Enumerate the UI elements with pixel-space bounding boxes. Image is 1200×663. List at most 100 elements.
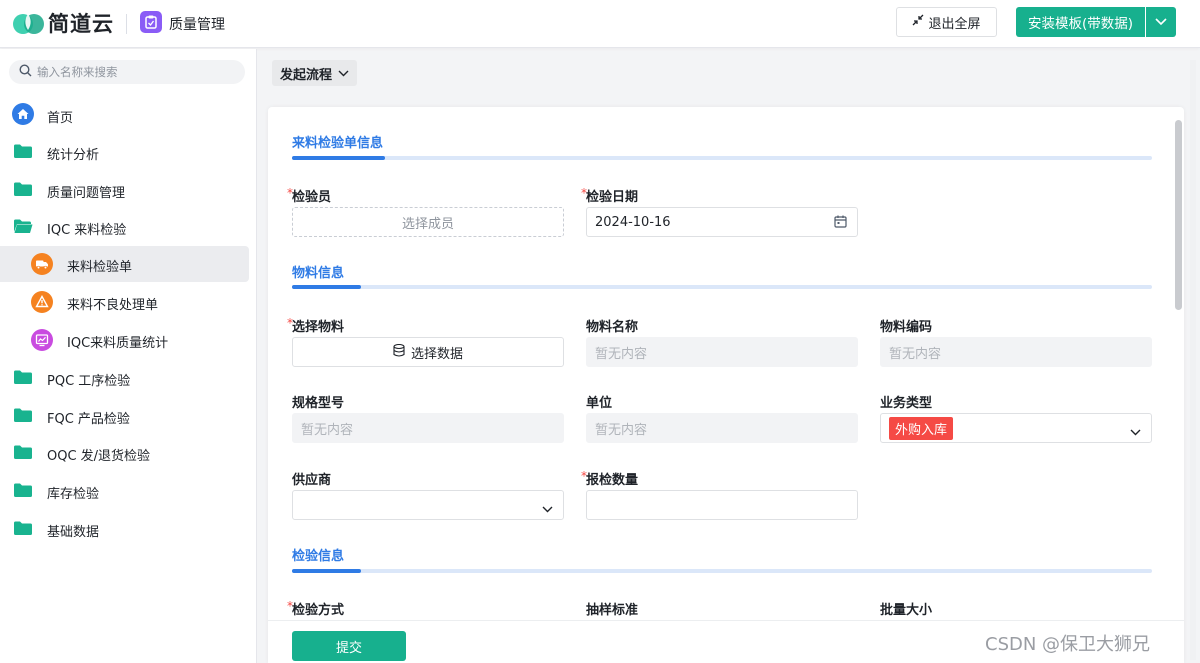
material-label: 选择物料 [292,320,345,335]
biz-type-select[interactable]: 外购入库 [880,413,1152,443]
sidebar-item-label: FQC 产品检验 [47,412,130,427]
clipboard-icon [140,11,162,33]
material-name-field: 暂无内容 [586,337,858,367]
unit-label: 单位 [586,396,613,411]
search-input[interactable] [37,65,227,79]
sidebar-item-inventory[interactable]: 库存检验 [0,473,249,509]
inspect-date-label: 检验日期 [586,190,639,205]
sidebar-search [9,60,245,84]
collapse-icon [912,14,924,30]
batch-label: 批量大小 [880,603,933,618]
submit-button[interactable]: 提交 [292,631,406,661]
sidebar-item-oqc[interactable]: OQC 发/退货检验 [0,435,249,471]
install-template-button[interactable]: 安装模板(带数据) [1016,7,1145,37]
sidebar-item-label: 首页 [47,111,74,126]
app-title: 质量管理 [169,17,225,33]
truck-icon [31,253,53,279]
logo-icon [12,10,46,36]
material-code-placeholder: 暂无内容 [889,346,942,362]
material-code-label: 物料编码 [880,320,933,335]
sidebar-item-fqc[interactable]: FQC 产品检验 [0,398,249,434]
folder-icon [13,181,33,201]
section-divider [292,156,1152,160]
exit-fullscreen-button[interactable]: 退出全屏 [896,7,997,37]
spec-field: 暂无内容 [292,413,564,443]
chevron-down-icon [1155,15,1167,30]
inspector-label: 检验员 [292,190,332,205]
folder-icon [13,482,33,502]
sidebar-item-label: 统计分析 [47,148,100,163]
biz-type-label: 业务类型 [880,396,933,411]
form-card [268,107,1184,663]
biz-type-tag: 外购入库 [889,416,954,440]
sidebar-item-stats[interactable]: 统计分析 [0,134,249,170]
section-divider [292,569,1152,573]
start-flow-label: 发起流程 [279,67,332,83]
method-label: 检验方式 [292,603,345,618]
sidebar-item-label: 质量问题管理 [47,186,126,201]
unit-field: 暂无内容 [586,413,858,443]
section-title: 检验信息 [292,549,345,564]
install-dropdown-button[interactable] [1146,7,1176,37]
sidebar-item-pqc[interactable]: PQC 工序检验 [0,360,249,396]
supplier-label: 供应商 [292,473,332,488]
sidebar-item-label: OQC 发/退货检验 [47,449,151,464]
section-divider [292,285,1152,289]
folder-open-icon [13,218,33,238]
qty-input[interactable] [586,490,858,520]
sidebar-item-incoming-inspection[interactable]: 来料检验单 [0,246,249,282]
inspector-placeholder: 选择成员 [401,216,454,232]
database-icon [393,343,405,361]
top-header: 简道云 质量管理 退出全屏 安装模板(带数据) [0,0,1200,48]
sidebar-item-label: IQC 来料检验 [47,223,127,238]
inspector-member-picker[interactable]: 选择成员 [292,207,564,237]
warning-icon [31,291,53,317]
home-icon [12,103,34,129]
supplier-select[interactable] [292,490,564,520]
chart-icon [31,329,53,355]
select-data-label: 选择数据 [410,346,463,362]
section-title: 物料信息 [292,266,345,281]
chevron-down-icon [338,66,349,81]
sidebar-item-label: 来料不良处理单 [67,298,159,313]
search-icon [19,63,32,81]
exit-fullscreen-label: 退出全屏 [928,16,981,32]
material-name-label: 物料名称 [586,320,639,335]
material-code-field: 暂无内容 [880,337,1152,367]
spec-placeholder: 暂无内容 [301,422,354,438]
sidebar-item-iqc[interactable]: IQC 来料检验 [0,209,249,245]
inspect-date-value: 2024-10-16 [595,214,671,230]
unit-placeholder: 暂无内容 [595,422,648,438]
chevron-down-icon [1130,425,1141,440]
header-divider [126,14,127,34]
sidebar-item-label: IQC来料质量统计 [67,336,169,351]
sidebar-item-home[interactable]: 首页 [0,97,249,133]
logo[interactable]: 简道云 [12,8,114,38]
sampling-label: 抽样标准 [586,603,639,618]
qty-label: 报检数量 [586,473,639,488]
spec-label: 规格型号 [292,396,345,411]
sidebar-item-label: PQC 工序检验 [47,374,131,389]
sidebar-item-defect-handling[interactable]: 来料不良处理单 [0,284,249,320]
page-scrollbar-track [1190,60,1196,660]
chevron-down-icon [542,502,553,517]
start-flow-dropdown[interactable]: 发起流程 [272,60,357,86]
section-title: 来料检验单信息 [292,136,384,151]
form-scrollbar[interactable] [1175,120,1182,310]
sidebar-item-label: 来料检验单 [67,260,133,275]
folder-icon [13,143,33,163]
sidebar-item-base-data[interactable]: 基础数据 [0,511,249,547]
folder-icon [13,520,33,540]
inspect-date-field[interactable]: 2024-10-16 [586,207,858,237]
sidebar-item-iqc-stats[interactable]: IQC来料质量统计 [0,322,249,358]
folder-icon [13,444,33,464]
material-name-placeholder: 暂无内容 [595,346,648,362]
sidebar: 首页 统计分析 质量问题管理 IQC 来料检验 来料检验单 来料不良处理单 [0,49,257,663]
sidebar-item-label: 基础数据 [47,525,100,540]
folder-icon [13,407,33,427]
sidebar-item-quality-issues[interactable]: 质量问题管理 [0,172,249,208]
watermark: CSDN @保卫大狮兄 [985,634,1151,655]
calendar-icon [834,215,847,232]
select-data-button[interactable]: 选择数据 [292,337,564,367]
sidebar-item-label: 库存检验 [47,487,100,502]
